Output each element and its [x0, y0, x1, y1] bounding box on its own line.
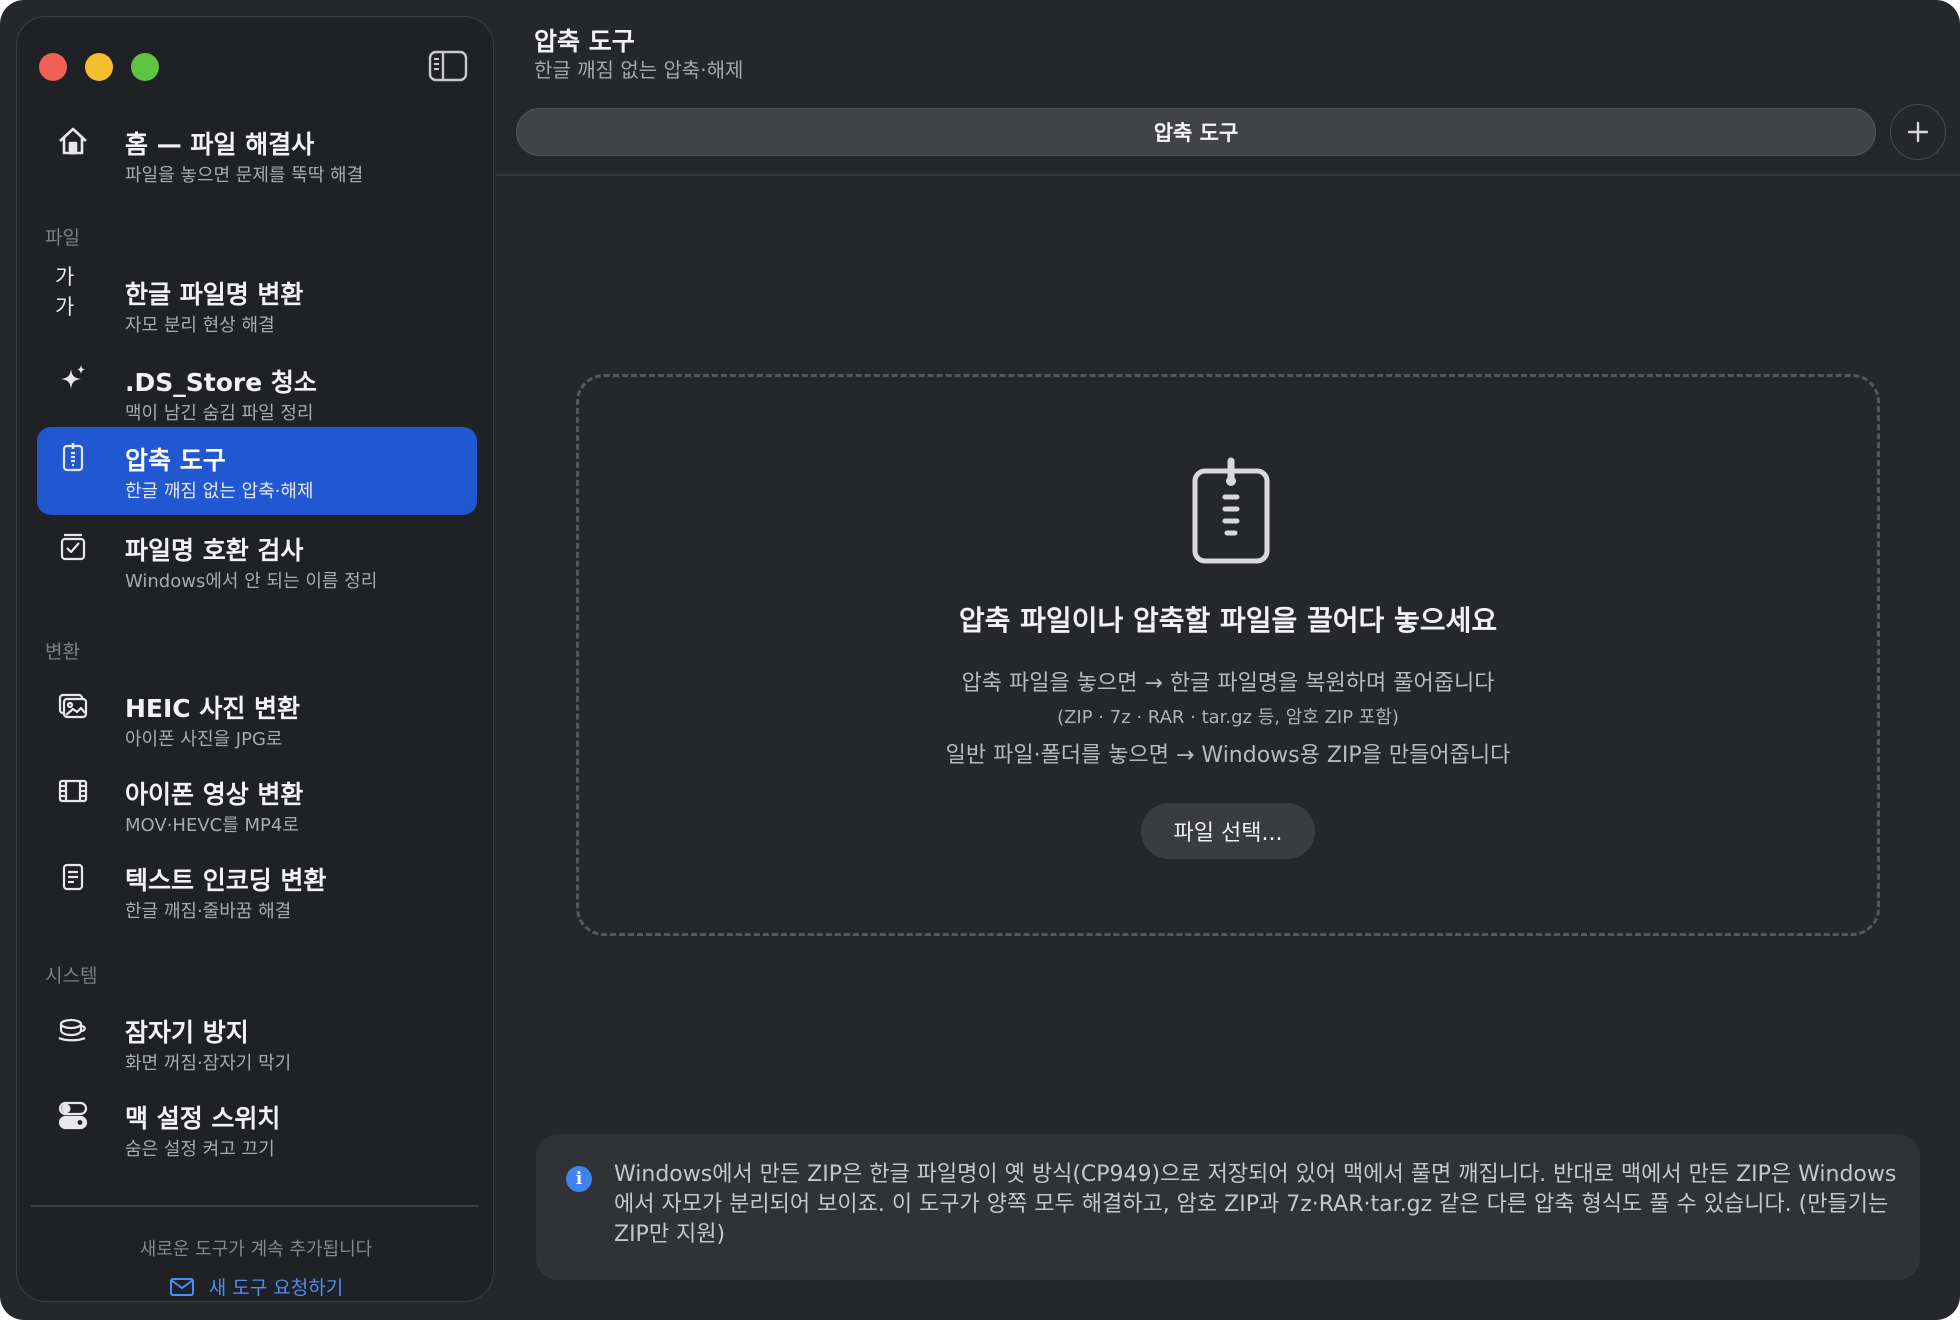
section-header-convert: 변환 — [45, 641, 80, 663]
sidebar-item-title: 파일명 호환 검사 — [125, 536, 304, 565]
sidebar-item-subtitle: 한글 깨짐 없는 압축·해제 — [125, 481, 314, 502]
zip-file-icon — [1189, 457, 1273, 565]
add-tab-button[interactable] — [1890, 104, 1946, 160]
request-tool-label: 새 도구 요청하기 — [208, 1277, 344, 1299]
sidebar-item-title: HEIC 사진 변환 — [125, 694, 301, 723]
page-subtitle: 한글 깨짐 없는 압축·해제 — [534, 58, 744, 82]
sidebar-divider — [31, 1205, 479, 1207]
house-icon — [55, 123, 91, 159]
tab-compression[interactable]: 압축 도구 — [516, 108, 1876, 156]
photos-icon — [55, 687, 91, 723]
sidebar-item-prevent-sleep[interactable]: 잠자기 방지 화면 꺼짐·잠자기 막기 — [37, 999, 477, 1087]
sidebar-item-subtitle: 맥이 남긴 숨김 파일 정리 — [125, 403, 314, 424]
drop-zone-hint-compress: 일반 파일·폴더를 놓으면 → Windows용 ZIP을 만들어줍니다 — [945, 743, 1511, 768]
window-close-button[interactable] — [39, 53, 67, 81]
drop-zone-hint-extract: 압축 파일을 놓으면 → 한글 파일명을 복원하며 풀어줍니다 — [961, 671, 1495, 696]
switches-icon — [55, 1097, 91, 1133]
film-icon — [55, 773, 91, 809]
zip-doc-icon — [55, 439, 91, 475]
drop-zone-title: 압축 파일이나 압축할 파일을 끌어다 놓으세요 — [958, 604, 1498, 637]
sidebar-item-title: 한글 파일명 변환 — [125, 280, 304, 309]
sidebar-footer-note: 새로운 도구가 계속 추가됩니다 — [139, 1239, 373, 1260]
sidebar: 홈 — 파일 해결사 파일을 놓으면 문제를 뚝딱 해결 파일 가가 한글 파일… — [16, 16, 494, 1302]
sidebar-item-hangul-filename[interactable]: 가가 한글 파일명 변환 자모 분리 현상 해결 — [37, 261, 477, 349]
info-icon: i — [566, 1166, 592, 1192]
window-minimize-button[interactable] — [85, 53, 113, 81]
sidebar-item-subtitle: 숨은 설정 켜고 끄기 — [125, 1139, 275, 1160]
window-maximize-button[interactable] — [131, 53, 159, 81]
plus-icon — [1907, 121, 1929, 143]
sidebar-item-ds-store[interactable]: .DS_Store 청소 맥이 남긴 숨김 파일 정리 — [37, 349, 477, 437]
drop-zone-formats: (ZIP · 7z · RAR · tar.gz 등, 암호 ZIP 포함) — [1057, 707, 1399, 728]
sidebar-item-mac-settings[interactable]: 맥 설정 스위치 숨은 설정 켜고 끄기 — [37, 1085, 477, 1173]
coffee-cup-icon — [55, 1011, 91, 1047]
sidebar-item-title: 홈 — 파일 해결사 — [125, 130, 315, 159]
sidebar-item-iphone-video[interactable]: 아이폰 영상 변환 MOV·HEVC를 MP4로 — [37, 761, 477, 849]
info-panel: i Windows에서 만든 ZIP은 한글 파일명이 옛 방식(CP949)으… — [536, 1134, 1920, 1280]
page-title: 압축 도구 — [534, 27, 635, 56]
sidebar-item-text-encoding[interactable]: 텍스트 인코딩 변환 한글 깨짐·줄바꿈 해결 — [37, 847, 477, 935]
choose-file-button[interactable]: 파일 선택... — [1141, 803, 1315, 859]
sidebar-item-home[interactable]: 홈 — 파일 해결사 파일을 놓으면 문제를 뚝딱 해결 — [37, 111, 477, 199]
sidebar-item-title: 아이폰 영상 변환 — [125, 780, 304, 809]
section-header-system: 시스템 — [45, 965, 98, 987]
checklist-icon — [55, 529, 91, 565]
request-tool-link[interactable]: 새 도구 요청하기 — [17, 1273, 495, 1300]
sidebar-item-title: 잠자기 방지 — [125, 1018, 249, 1047]
sidebar-item-subtitle: 한글 깨짐·줄바꿈 해결 — [125, 901, 292, 922]
tab-label: 압축 도구 — [1153, 121, 1239, 145]
sparkles-icon — [55, 361, 91, 397]
sidebar-item-title: 텍스트 인코딩 변환 — [125, 866, 327, 895]
text-doc-icon — [55, 859, 91, 895]
file-drop-zone[interactable]: 압축 파일이나 압축할 파일을 끌어다 놓으세요 압축 파일을 놓으면 → 한글… — [576, 374, 1880, 936]
sidebar-item-title: 압축 도구 — [125, 446, 226, 475]
envelope-icon — [169, 1277, 195, 1297]
section-header-files: 파일 — [45, 227, 80, 249]
sidebar-item-subtitle: 화면 꺼짐·잠자기 막기 — [125, 1053, 292, 1074]
header-divider — [496, 174, 1960, 176]
sidebar-item-compression[interactable]: 압축 도구 한글 깨짐 없는 압축·해제 — [37, 427, 477, 515]
sidebar-item-heic[interactable]: HEIC 사진 변환 아이폰 사진을 JPG로 — [37, 675, 477, 763]
sidebar-item-subtitle: 아이폰 사진을 JPG로 — [125, 729, 283, 750]
sidebar-toggle-icon[interactable] — [428, 50, 468, 82]
sidebar-item-title: 맥 설정 스위치 — [125, 1104, 281, 1133]
sidebar-item-title: .DS_Store 청소 — [125, 368, 317, 397]
sidebar-item-subtitle: MOV·HEVC를 MP4로 — [125, 815, 299, 836]
sidebar-item-subtitle: Windows에서 안 되는 이름 정리 — [125, 571, 378, 592]
sidebar-item-filename-compat[interactable]: 파일명 호환 검사 Windows에서 안 되는 이름 정리 — [37, 517, 477, 605]
hangul-icon: 가가 — [55, 265, 74, 319]
app-window: 홈 — 파일 해결사 파일을 놓으면 문제를 뚝딱 해결 파일 가가 한글 파일… — [0, 0, 1960, 1320]
sidebar-item-subtitle: 파일을 놓으면 문제를 뚝딱 해결 — [125, 165, 364, 186]
info-text: Windows에서 만든 ZIP은 한글 파일명이 옛 방식(CP949)으로 … — [614, 1162, 1897, 1247]
sidebar-item-subtitle: 자모 분리 현상 해결 — [125, 315, 275, 336]
